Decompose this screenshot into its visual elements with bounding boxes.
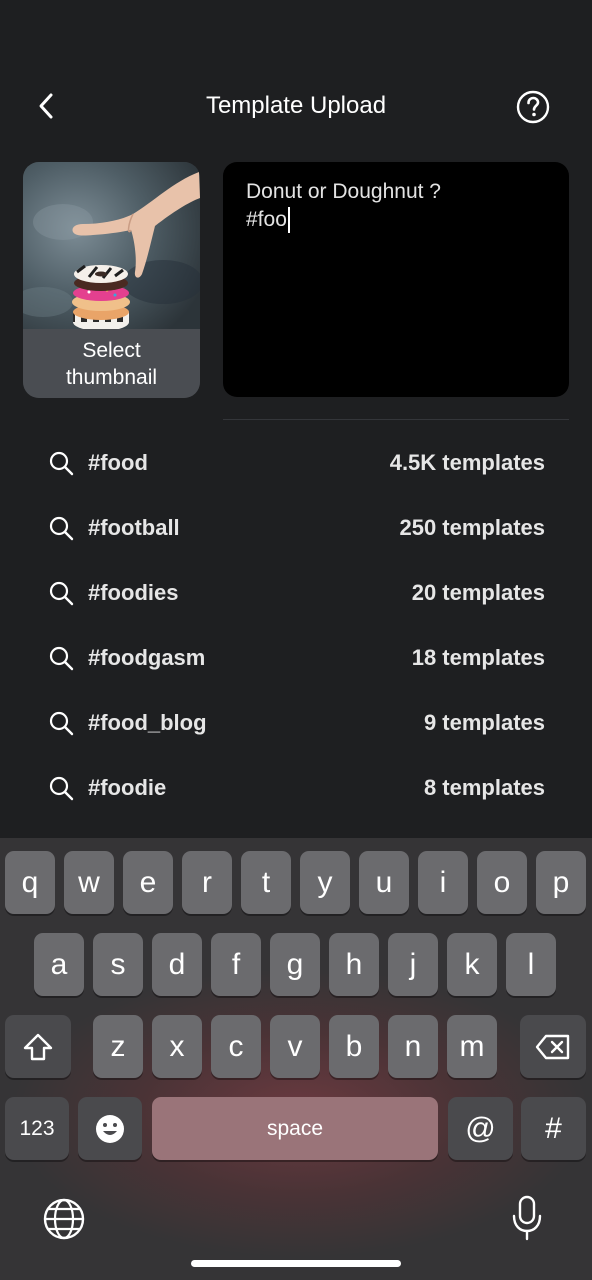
key-n[interactable]: n — [388, 1015, 438, 1078]
suggestion-count: 18 templates — [411, 645, 545, 670]
at-key[interactable]: @ — [448, 1097, 513, 1160]
suggestion-count: 250 templates — [399, 515, 545, 540]
divider — [223, 419, 569, 420]
suggestion-count: 9 templates — [423, 710, 545, 735]
key-y[interactable]: y — [300, 851, 350, 914]
caption-hashtag-text: #foo — [246, 208, 287, 231]
suggestion-tag: #food_blog — [88, 710, 207, 735]
key-j[interactable]: j — [388, 933, 438, 996]
key-u[interactable]: u — [359, 851, 409, 914]
key-i[interactable]: i — [418, 851, 468, 914]
key-p[interactable]: p — [536, 851, 586, 914]
key-w[interactable]: w — [64, 851, 114, 914]
caption-input[interactable]: Donut or Doughnut ? #foo — [223, 162, 569, 397]
key-s[interactable]: s — [93, 933, 143, 996]
suggestion-item[interactable]: #food 4.5K templates — [0, 430, 592, 495]
page-title: Template Upload — [205, 92, 387, 119]
space-key[interactable]: space — [152, 1097, 438, 1160]
suggestion-item[interactable]: #foodies 20 templates — [0, 560, 592, 625]
key-f[interactable]: f — [211, 933, 261, 996]
globe-icon[interactable] — [42, 1197, 86, 1241]
donut-thumbnail-image — [23, 162, 200, 329]
hashtag-suggestion-list: #food 4.5K templates #football 250 templ… — [0, 430, 592, 820]
suggestion-item[interactable]: #food_blog 9 templates — [0, 690, 592, 755]
shift-key[interactable] — [5, 1015, 71, 1078]
key-v[interactable]: v — [270, 1015, 320, 1078]
suggestion-tag: #foodie — [88, 775, 167, 800]
microphone-icon[interactable] — [510, 1194, 544, 1242]
suggestion-tag: #foodies — [88, 580, 179, 605]
home-indicator[interactable] — [191, 1260, 401, 1267]
backspace-icon — [535, 1034, 570, 1059]
suggestion-tag: #foodgasm — [88, 645, 206, 670]
shift-arrow-icon — [23, 1033, 53, 1060]
thumbnail-selector[interactable]: Select thumbnail — [23, 162, 200, 398]
caption-text-line: Donut or Doughnut ? — [246, 180, 441, 203]
search-icon — [49, 516, 74, 541]
key-a[interactable]: a — [34, 933, 84, 996]
key-h[interactable]: h — [329, 933, 379, 996]
hash-key[interactable]: # — [521, 1097, 586, 1160]
key-q[interactable]: q — [5, 851, 55, 914]
key-c[interactable]: c — [211, 1015, 261, 1078]
search-icon — [49, 776, 74, 801]
suggestion-count: 20 templates — [411, 580, 545, 605]
search-icon — [49, 581, 74, 606]
suggestion-tag: #football — [88, 515, 180, 540]
help-button[interactable] — [516, 90, 550, 124]
key-d[interactable]: d — [152, 933, 202, 996]
text-cursor — [287, 207, 290, 233]
header-bar: Template Upload — [0, 70, 592, 142]
search-icon — [49, 711, 74, 736]
key-g[interactable]: g — [270, 933, 320, 996]
key-e[interactable]: e — [123, 851, 173, 914]
emoji-smiley-icon — [96, 1114, 124, 1143]
suggestion-tag: #food — [88, 450, 148, 475]
search-icon — [49, 451, 74, 476]
suggestion-item[interactable]: #football 250 templates — [0, 495, 592, 560]
numbers-key[interactable]: 123 — [5, 1097, 69, 1160]
key-k[interactable]: k — [447, 933, 497, 996]
key-b[interactable]: b — [329, 1015, 379, 1078]
backspace-key[interactable] — [520, 1015, 586, 1078]
select-thumbnail-label: Select thumbnail — [23, 329, 200, 398]
caption-hashtag-line: #foo — [246, 207, 290, 233]
search-icon — [49, 646, 74, 671]
suggestion-count: 8 templates — [423, 775, 545, 800]
suggestion-item[interactable]: #foodie 8 templates — [0, 755, 592, 820]
key-r[interactable]: r — [182, 851, 232, 914]
key-z[interactable]: z — [93, 1015, 143, 1078]
key-m[interactable]: m — [447, 1015, 497, 1078]
key-t[interactable]: t — [241, 851, 291, 914]
question-circle-icon — [516, 90, 550, 124]
key-l[interactable]: l — [506, 933, 556, 996]
emoji-key[interactable] — [78, 1097, 142, 1160]
key-o[interactable]: o — [477, 851, 527, 914]
suggestion-item[interactable]: #foodgasm 18 templates — [0, 625, 592, 690]
suggestion-count: 4.5K templates — [389, 450, 545, 475]
key-x[interactable]: x — [152, 1015, 202, 1078]
